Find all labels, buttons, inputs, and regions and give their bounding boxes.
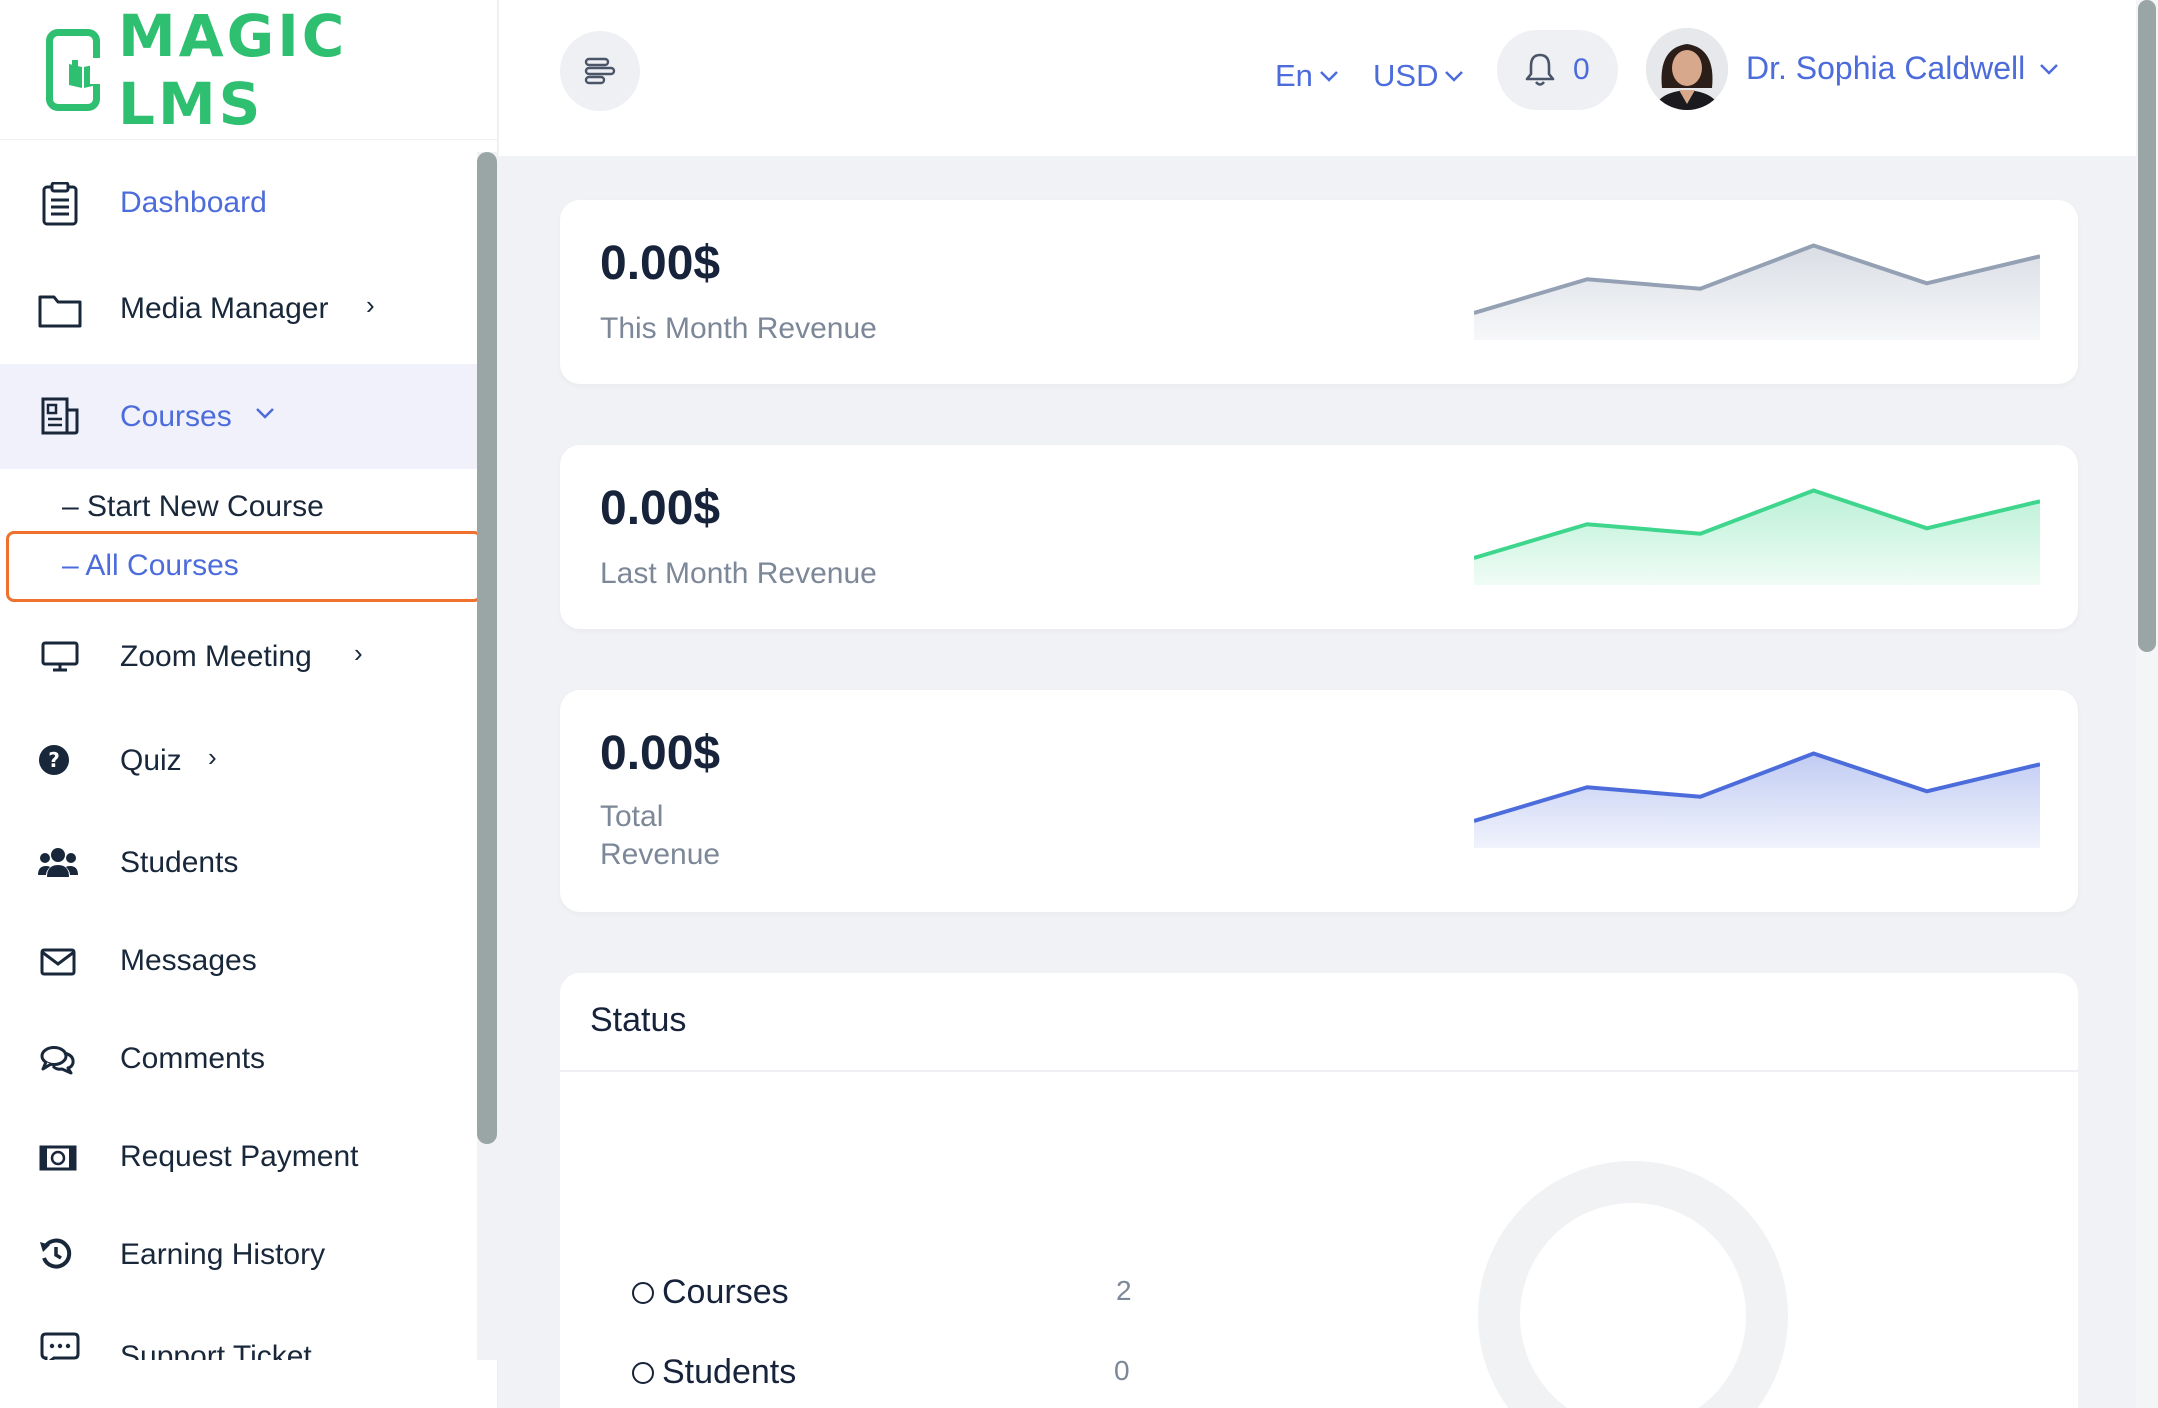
chevron-right-icon: › (366, 290, 375, 320)
sidebar-item-label: Comments (120, 1042, 266, 1075)
sidebar-item-students[interactable]: Students (0, 816, 478, 910)
sparkline-area (1474, 490, 2040, 585)
menu-icon (584, 57, 616, 85)
sidebar-scrollbar-thumb[interactable] (477, 152, 497, 1144)
sparkline-chart (1474, 488, 2040, 585)
chat-dots-icon (38, 1326, 82, 1360)
sidebar-item-messages[interactable]: Messages (0, 914, 478, 1008)
sparkline-area (1474, 753, 2040, 848)
status-card: Status Courses 2 Students 0 (560, 973, 2078, 1408)
comments-icon (36, 1038, 80, 1082)
newspaper-icon (38, 394, 82, 438)
notification-count: 0 (1573, 53, 1590, 86)
donut-track (1478, 1161, 1788, 1408)
chevron-down-icon (1445, 71, 1464, 82)
sidebar-item-label: Media Manager (120, 292, 329, 325)
legend-label: Students (662, 1353, 797, 1391)
logo-mark-icon (46, 29, 102, 111)
user-photo-icon (1646, 28, 1728, 110)
sidebar-item-media-manager[interactable]: Media Manager › (0, 262, 478, 358)
sidebar-item-request-payment[interactable]: Request Payment (0, 1110, 478, 1204)
book-icon (69, 60, 97, 88)
page-scrollbar-thumb[interactable] (2138, 0, 2156, 652)
status-legend-courses[interactable]: Courses (632, 1273, 789, 1312)
currency-value: USD (1373, 58, 1439, 93)
chevron-down-icon (2040, 63, 2059, 75)
status-legend-students[interactable]: Students (632, 1353, 796, 1392)
divider (0, 139, 498, 140)
folder-icon (38, 288, 82, 332)
sidebar-item-label: Earning History (120, 1238, 326, 1271)
legend-value: 2 (1116, 1275, 1132, 1306)
revenue-amount: 0.00$ (600, 727, 721, 780)
sparkline-area (1474, 245, 2040, 340)
sidebar-item-zoom-meeting[interactable]: Zoom Meeting › (0, 610, 478, 706)
legend-label: Courses (662, 1273, 789, 1311)
sparkline-chart (1474, 243, 2040, 340)
revenue-amount: 0.00$ (600, 237, 721, 290)
status-donut-chart (1478, 1161, 1788, 1408)
revenue-amount: 0.00$ (600, 482, 721, 535)
monitor-icon (38, 634, 82, 678)
revenue-card-last-month: 0.00$ Last Month Revenue (560, 445, 2078, 629)
envelope-icon (36, 940, 80, 984)
chevron-down-icon (254, 392, 276, 431)
users-icon (36, 840, 80, 884)
money-bill-icon (36, 1136, 80, 1180)
sidebar-item-label: Zoom Meeting (120, 640, 312, 673)
revenue-label-line2: Revenue (600, 838, 721, 871)
sidebar-subitem-start-new-course[interactable]: – Start New Course (62, 490, 324, 524)
sidebar-item-label: Quiz (120, 744, 182, 777)
revenue-label-line1: Total (600, 800, 664, 833)
selection-highlight (6, 531, 482, 602)
sidebar-item-label: Courses (120, 400, 232, 433)
revenue-label: This Month Revenue (600, 312, 877, 345)
bell-icon (1525, 53, 1555, 86)
sidebar-item-quiz[interactable]: ? Quiz › (0, 714, 478, 810)
status-title: Status (590, 1001, 687, 1039)
sidebar-item-label: Messages (120, 944, 257, 977)
revenue-label: Last Month Revenue (600, 557, 877, 590)
avatar[interactable] (1646, 28, 1728, 110)
sidebar-item-label: Dashboard (120, 186, 267, 219)
sidebar-item-label: Support Ticket (120, 1340, 312, 1360)
sidebar-item-label: Students (120, 846, 239, 879)
chevron-down-icon (1320, 71, 1338, 82)
legend-value: 0 (1114, 1355, 1130, 1386)
user-name: Dr. Sophia Caldwell (1746, 50, 2026, 86)
language-dropdown[interactable]: En (1275, 58, 1339, 94)
sidebar-item-courses[interactable]: Courses (0, 364, 478, 469)
currency-dropdown[interactable]: USD (1373, 58, 1464, 94)
menu-toggle-button[interactable] (560, 31, 640, 111)
circle-icon (632, 1281, 654, 1304)
brand-logo[interactable]: MAGIC LMS (46, 2, 497, 138)
chevron-right-icon: › (208, 742, 217, 772)
svg-text:?: ? (48, 748, 60, 772)
chevron-right-icon: › (354, 638, 363, 668)
clipboard-icon (38, 182, 82, 226)
sidebar-item-label: Request Payment (120, 1140, 359, 1173)
revenue-card-total: 0.00$ Total Revenue (560, 690, 2078, 912)
sidebar-item-dashboard[interactable]: Dashboard (0, 156, 478, 252)
question-circle-icon: ? (32, 738, 76, 782)
sidebar-item-earning-history[interactable]: Earning History (0, 1208, 478, 1302)
language-value: En (1275, 58, 1313, 93)
sidebar-item-comments[interactable]: Comments (0, 1012, 478, 1106)
sidebar-item-support-ticket[interactable]: Support Ticket (0, 1306, 478, 1360)
history-icon (34, 1232, 78, 1276)
user-menu[interactable]: Dr. Sophia Caldwell (1746, 50, 2059, 87)
divider (560, 1070, 2078, 1072)
revenue-card-this-month: 0.00$ This Month Revenue (560, 200, 2078, 384)
sparkline-chart (1474, 751, 2040, 848)
sidebar: MAGIC LMS Dashboard Media Manager › Cour… (0, 0, 498, 1408)
notifications-button[interactable]: 0 (1497, 30, 1618, 110)
brand-name: MAGIC LMS (118, 2, 348, 138)
circle-icon (632, 1361, 654, 1384)
